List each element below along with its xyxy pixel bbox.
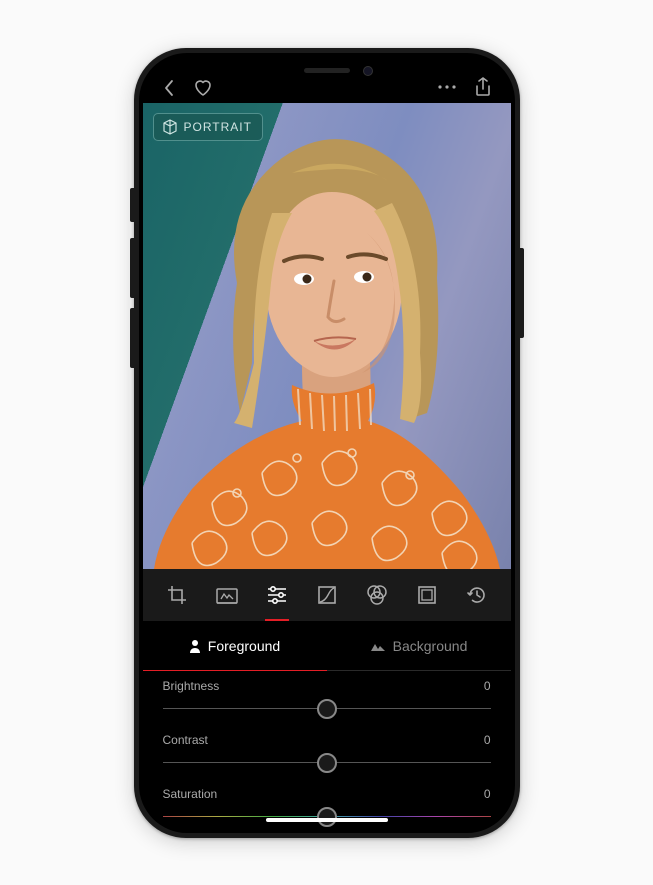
- more-icon[interactable]: [437, 84, 457, 90]
- person-icon: [189, 639, 201, 653]
- notch: [239, 57, 415, 85]
- home-indicator[interactable]: [266, 818, 388, 822]
- front-camera: [363, 66, 373, 76]
- slider-label: Contrast: [163, 733, 208, 747]
- portrait-mode-badge: PORTRAIT: [153, 113, 263, 141]
- back-chevron-icon[interactable]: [163, 79, 175, 97]
- crop-tool[interactable]: [157, 569, 197, 621]
- frames-tool[interactable]: [407, 569, 447, 621]
- curves-tool[interactable]: [307, 569, 347, 621]
- slider-thumb[interactable]: [317, 807, 337, 827]
- crop-icon: [166, 584, 188, 606]
- slider-thumb[interactable]: [317, 753, 337, 773]
- tab-foreground-label: Foreground: [208, 638, 280, 654]
- slider-contrast: Contrast 0: [163, 733, 491, 773]
- slider-track[interactable]: [163, 807, 491, 827]
- layer-tabs: Foreground Background: [143, 621, 511, 671]
- adjust-tool[interactable]: [257, 569, 297, 621]
- photo-subject: [143, 103, 511, 569]
- auto-icon: [215, 585, 239, 605]
- auto-enhance-tool[interactable]: [207, 569, 247, 621]
- slider-track[interactable]: [163, 699, 491, 719]
- filters-icon: [365, 584, 389, 606]
- adjust-sliders-icon: [266, 585, 288, 605]
- slider-value: 0: [484, 733, 491, 747]
- phone-bezel: PORTRAIT: [139, 53, 515, 833]
- photo-preview[interactable]: PORTRAIT: [143, 103, 511, 569]
- history-icon: [466, 584, 488, 606]
- slider-label: Brightness: [163, 679, 220, 693]
- slider-value: 0: [484, 787, 491, 801]
- frames-icon: [417, 585, 437, 605]
- edit-tools-bar: [143, 569, 511, 621]
- heart-icon[interactable]: [193, 79, 213, 97]
- slider-value: 0: [484, 679, 491, 693]
- tab-background-label: Background: [393, 638, 468, 654]
- slider-brightness: Brightness 0: [163, 679, 491, 719]
- slider-thumb[interactable]: [317, 699, 337, 719]
- tab-background[interactable]: Background: [327, 621, 511, 671]
- cube-icon: [162, 119, 178, 135]
- tab-foreground[interactable]: Foreground: [143, 621, 327, 671]
- curves-icon: [317, 585, 337, 605]
- phone-frame: PORTRAIT: [134, 48, 520, 838]
- slider-track[interactable]: [163, 753, 491, 773]
- mountains-icon: [370, 640, 386, 652]
- adjustment-sliders: Brightness 0 Contrast 0: [143, 671, 511, 829]
- history-tool[interactable]: [457, 569, 497, 621]
- filters-tool[interactable]: [357, 569, 397, 621]
- screen: PORTRAIT: [143, 57, 511, 829]
- share-icon[interactable]: [475, 77, 491, 97]
- slider-label: Saturation: [163, 787, 218, 801]
- portrait-badge-label: PORTRAIT: [184, 120, 252, 134]
- speaker-grille: [304, 68, 350, 73]
